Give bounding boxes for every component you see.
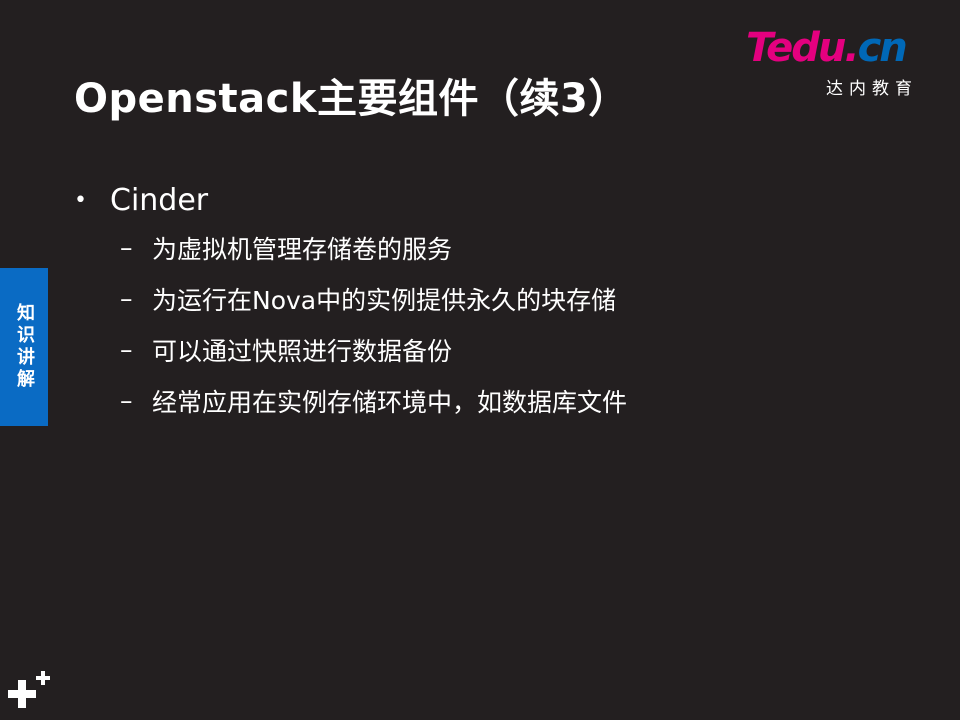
bullet-dot-icon: • bbox=[74, 187, 87, 213]
plus-icon bbox=[8, 671, 50, 708]
sub-bullet-text: 为运行在Nova中的实例提供永久的块存储 bbox=[152, 285, 617, 315]
side-tab-label: 知识讲解 bbox=[14, 303, 35, 391]
logo-wordmark: Tedu.cn bbox=[746, 24, 908, 72]
sub-bullet-text: 可以通过快照进行数据备份 bbox=[152, 336, 453, 366]
slide-title: Openstack主要组件（续3） bbox=[74, 76, 629, 122]
dash-icon: – bbox=[120, 284, 133, 313]
logo-subtitle: 达内教育 bbox=[826, 79, 918, 99]
slide: Openstack主要组件（续3） Tedu.cn 达内教育 知识讲解 • Ci… bbox=[0, 0, 960, 720]
logo-t: T bbox=[746, 25, 768, 71]
dash-icon: – bbox=[120, 233, 133, 262]
bullet-list: • Cinder – 为虚拟机管理存储卷的服务 – 为运行在Nova中的实例提供… bbox=[74, 178, 627, 426]
bullet-label: Cinder bbox=[110, 182, 209, 218]
side-tab: 知识讲解 bbox=[0, 268, 48, 426]
sub-bullet-item: – 经常应用在实例存储环境中，如数据库文件 bbox=[120, 375, 627, 426]
sub-bullet-item: – 为运行在Nova中的实例提供永久的块存储 bbox=[120, 273, 627, 324]
logo-cn: cn bbox=[857, 25, 908, 71]
logo-edu: edu. bbox=[766, 25, 859, 71]
sub-bullet-item: – 可以通过快照进行数据备份 bbox=[120, 324, 627, 375]
sub-bullet-text: 经常应用在实例存储环境中，如数据库文件 bbox=[152, 387, 628, 417]
tedu-logo: Tedu.cn 达内教育 bbox=[746, 24, 936, 100]
dash-icon: – bbox=[120, 386, 133, 415]
sub-bullet-item: – 为虚拟机管理存储卷的服务 bbox=[120, 222, 627, 273]
dash-icon: – bbox=[120, 335, 133, 364]
bullet-item: • Cinder bbox=[74, 178, 627, 222]
sub-bullet-text: 为虚拟机管理存储卷的服务 bbox=[152, 234, 453, 264]
